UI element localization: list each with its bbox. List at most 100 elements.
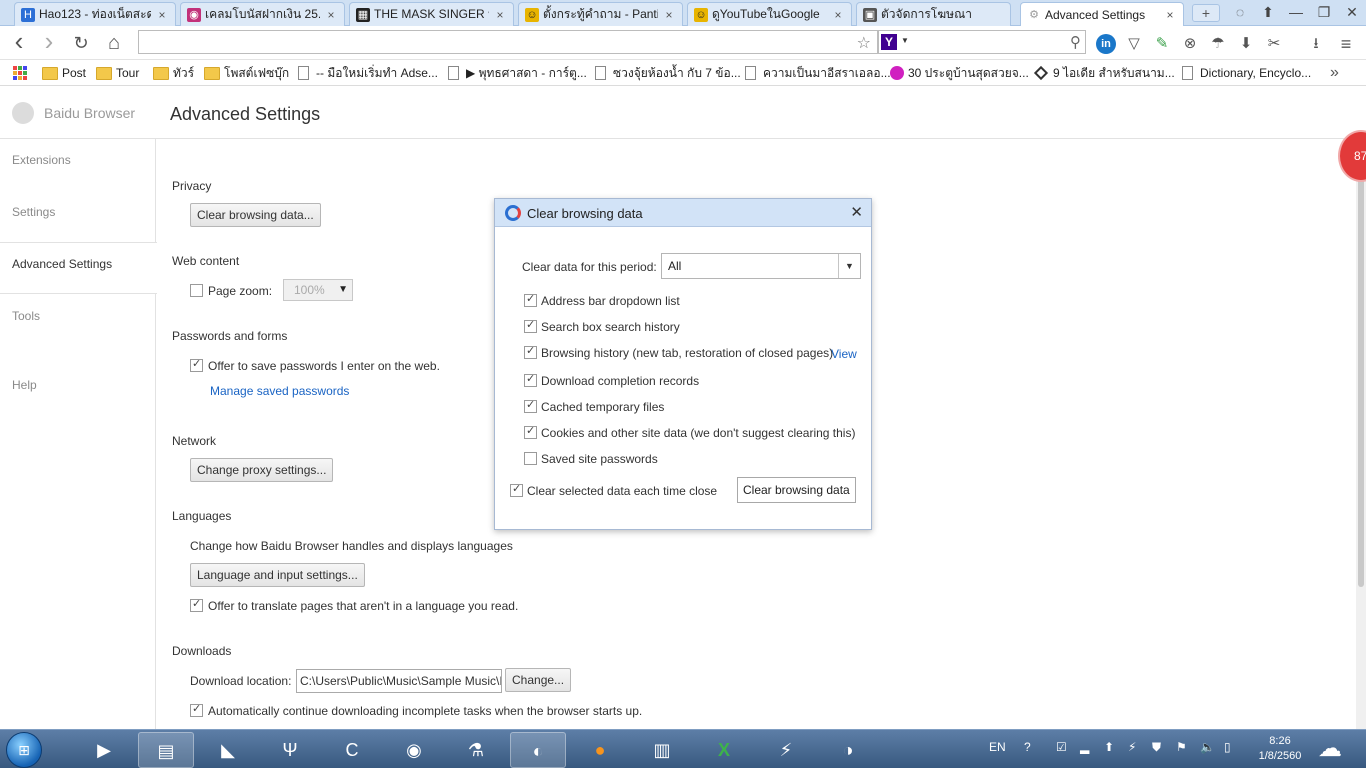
firefox-icon[interactable]: ● [572, 732, 628, 768]
bookmark-israel[interactable]: ความเป็นมาอีสราเอลอ... [745, 64, 891, 82]
language-indicator[interactable]: EN [989, 740, 1006, 754]
change-download-location-button[interactable]: Change... [505, 668, 572, 692]
close-button[interactable]: ✕ [1342, 4, 1362, 21]
bookmark-adsense[interactable]: -- มือใหม่เริ่มทำ Adse... [298, 64, 438, 82]
baidu-browser-icon[interactable]: ◐ [510, 732, 566, 768]
offer-save-passwords-checkbox[interactable] [190, 357, 203, 372]
new-tab-button[interactable]: + [1192, 4, 1220, 22]
page-zoom-checkbox[interactable] [190, 284, 203, 297]
search-history-checkbox[interactable] [524, 318, 537, 333]
calculator-icon[interactable]: ▥ [634, 732, 690, 768]
download-icon[interactable]: ⭳ [1306, 34, 1326, 54]
tab-close-icon[interactable]: × [662, 8, 676, 22]
apps-icon[interactable] [12, 64, 28, 82]
upload-icon[interactable]: ⬆ [1104, 740, 1114, 754]
visual-studio-icon[interactable]: ◣ [200, 732, 256, 768]
media-player-icon[interactable]: ▶ [76, 732, 132, 768]
start-button[interactable]: ⊞ [6, 732, 42, 768]
tab-close-icon[interactable]: × [155, 8, 169, 22]
tab-advanced-settings[interactable]: ⚙ Advanced Settings × [1020, 2, 1184, 27]
yahoo-icon[interactable]: Y [881, 34, 897, 50]
download-manager-icon[interactable]: ⬇ [1236, 34, 1256, 54]
address-bar-checkbox[interactable] [524, 292, 537, 307]
browsing-history-checkbox[interactable] [524, 344, 537, 359]
reload-button[interactable]: ↻ [70, 32, 92, 54]
period-select[interactable]: All ▼ [661, 253, 861, 279]
excel-icon[interactable]: X [696, 732, 752, 768]
sidebar-item-tools[interactable]: Tools [0, 295, 156, 347]
bookmark-doors[interactable]: 30 ประตูบ้านสุดสวยจ... [890, 64, 1029, 82]
language-input-settings-button[interactable]: Language and input settings... [190, 563, 365, 587]
volume-icon[interactable]: 🔈 [1200, 740, 1215, 754]
page-zoom-select[interactable]: 100% ▼ [283, 279, 353, 301]
bookmark-folder-tour[interactable]: Tour [96, 64, 139, 82]
clear-browsing-data-confirm-button[interactable]: Clear browsing data [737, 477, 856, 503]
app-icon[interactable]: Ψ [262, 732, 318, 768]
address-bar[interactable]: ☆ [138, 30, 878, 54]
clear-browsing-data-button[interactable]: Clear browsing data... [190, 203, 321, 227]
bookmark-folder-thai-tour[interactable]: ทัวร์ [153, 64, 194, 82]
battery-icon[interactable]: ▯ [1224, 740, 1231, 754]
block-icon[interactable]: ⊗ [1180, 34, 1200, 54]
vertical-scrollbar[interactable] [1356, 139, 1366, 729]
paint-icon[interactable]: ◑ [820, 732, 876, 768]
shield-icon[interactable]: ⛊ [1152, 740, 1161, 755]
flag-icon[interactable]: ⚑ [1176, 740, 1187, 754]
linkedin-icon[interactable]: in [1096, 34, 1116, 54]
sidebar-item-extensions[interactable]: Extensions [0, 139, 156, 191]
chat-icon[interactable]: ◌ [1230, 4, 1250, 20]
back-button[interactable]: ‹ [8, 28, 30, 54]
ccleaner-icon[interactable]: C [324, 732, 380, 768]
close-icon[interactable]: ✕ [850, 203, 863, 221]
clear-on-close-checkbox[interactable] [510, 482, 523, 497]
search-input[interactable]: Y ▼ ⚲ [878, 30, 1086, 54]
cookies-checkbox[interactable] [524, 424, 537, 439]
search-icon[interactable]: ⚲ [1070, 33, 1081, 51]
signal-icon[interactable]: ▂ [1080, 740, 1089, 754]
bookmarks-more-icon[interactable]: » [1330, 64, 1339, 82]
bookmark-folder-post[interactable]: Post [42, 64, 86, 82]
bookmark-fengshui[interactable]: ซวงจุ้ยห้องน้ำ กับ 7 ข้อ... [595, 64, 741, 82]
maximize-button[interactable]: ❐ [1314, 4, 1334, 21]
power-icon[interactable]: ⚡ [1128, 740, 1136, 754]
tab-youtube[interactable]: ☺ ดูYouTubeในGoogle × [687, 2, 852, 26]
sidebar-item-help[interactable]: Help [0, 364, 156, 416]
change-proxy-button[interactable]: Change proxy settings... [190, 458, 334, 482]
pin-icon[interactable]: ⬆ [1258, 4, 1278, 21]
view-history-link[interactable]: View [831, 347, 857, 361]
download-location-field[interactable]: C:\Users\Public\Music\Sample Music\I [296, 669, 502, 693]
tab-bonus[interactable]: ◉ เคลมโบนัสฝากเงิน 25. × [180, 2, 345, 26]
bookmark-dictionary[interactable]: Dictionary, Encyclo... [1182, 64, 1311, 82]
help-icon[interactable]: ? [1024, 740, 1031, 754]
filter-icon[interactable]: ▽ [1124, 34, 1144, 54]
star-icon[interactable]: ☆ [857, 33, 871, 53]
tab-close-icon[interactable]: × [1163, 8, 1177, 22]
sidebar-item-advanced-settings[interactable]: Advanced Settings [0, 242, 157, 294]
tray-app-icon[interactable]: ☑ [1056, 740, 1067, 754]
tab-close-icon[interactable]: × [493, 8, 507, 22]
menu-icon[interactable]: ≡ [1336, 34, 1356, 54]
weather-icon[interactable]: ☁ [1318, 734, 1342, 763]
chevron-down-icon[interactable]: ▼ [901, 36, 909, 45]
clock[interactable]: 8:26 1/8/2560 [1250, 734, 1310, 764]
manage-saved-passwords-link[interactable]: Manage saved passwords [210, 384, 349, 398]
thunder-icon[interactable]: ⚡ [758, 732, 814, 768]
offer-translate-checkbox[interactable] [190, 597, 203, 612]
bookmark-folder-facebook-post[interactable]: โพสต์เฟซบุ๊ก [204, 64, 289, 82]
home-button[interactable]: ⌂ [103, 32, 125, 54]
cached-files-checkbox[interactable] [524, 398, 537, 413]
saved-passwords-checkbox[interactable] [524, 452, 537, 465]
google-earth-icon[interactable]: ◉ [386, 732, 442, 768]
bookmark-ideas[interactable]: 9 ไอเดีย สำหรับสนาม... [1033, 64, 1175, 82]
scissors-icon[interactable]: ✂ [1264, 34, 1284, 54]
tab-hao123[interactable]: H Hao123 - ท่องเน็ตสะด × [14, 2, 176, 26]
auto-continue-checkbox[interactable] [190, 702, 203, 717]
file-explorer-icon[interactable]: ▤ [138, 732, 194, 768]
tab-pantip[interactable]: ☺ ตั้งกระทู้คำถาม - Pantip × [518, 2, 683, 26]
tab-mask-singer[interactable]: ▦ THE MASK SINGER ห × [349, 2, 514, 26]
sidebar-item-settings[interactable]: Settings [0, 191, 156, 243]
bookmark-buddha[interactable]: ▶ พุทธศาสดา - การ์ตู... [448, 64, 587, 82]
network-app-icon[interactable]: ⚗ [448, 732, 504, 768]
download-records-checkbox[interactable] [524, 372, 537, 387]
tab-close-icon[interactable]: × [831, 8, 845, 22]
